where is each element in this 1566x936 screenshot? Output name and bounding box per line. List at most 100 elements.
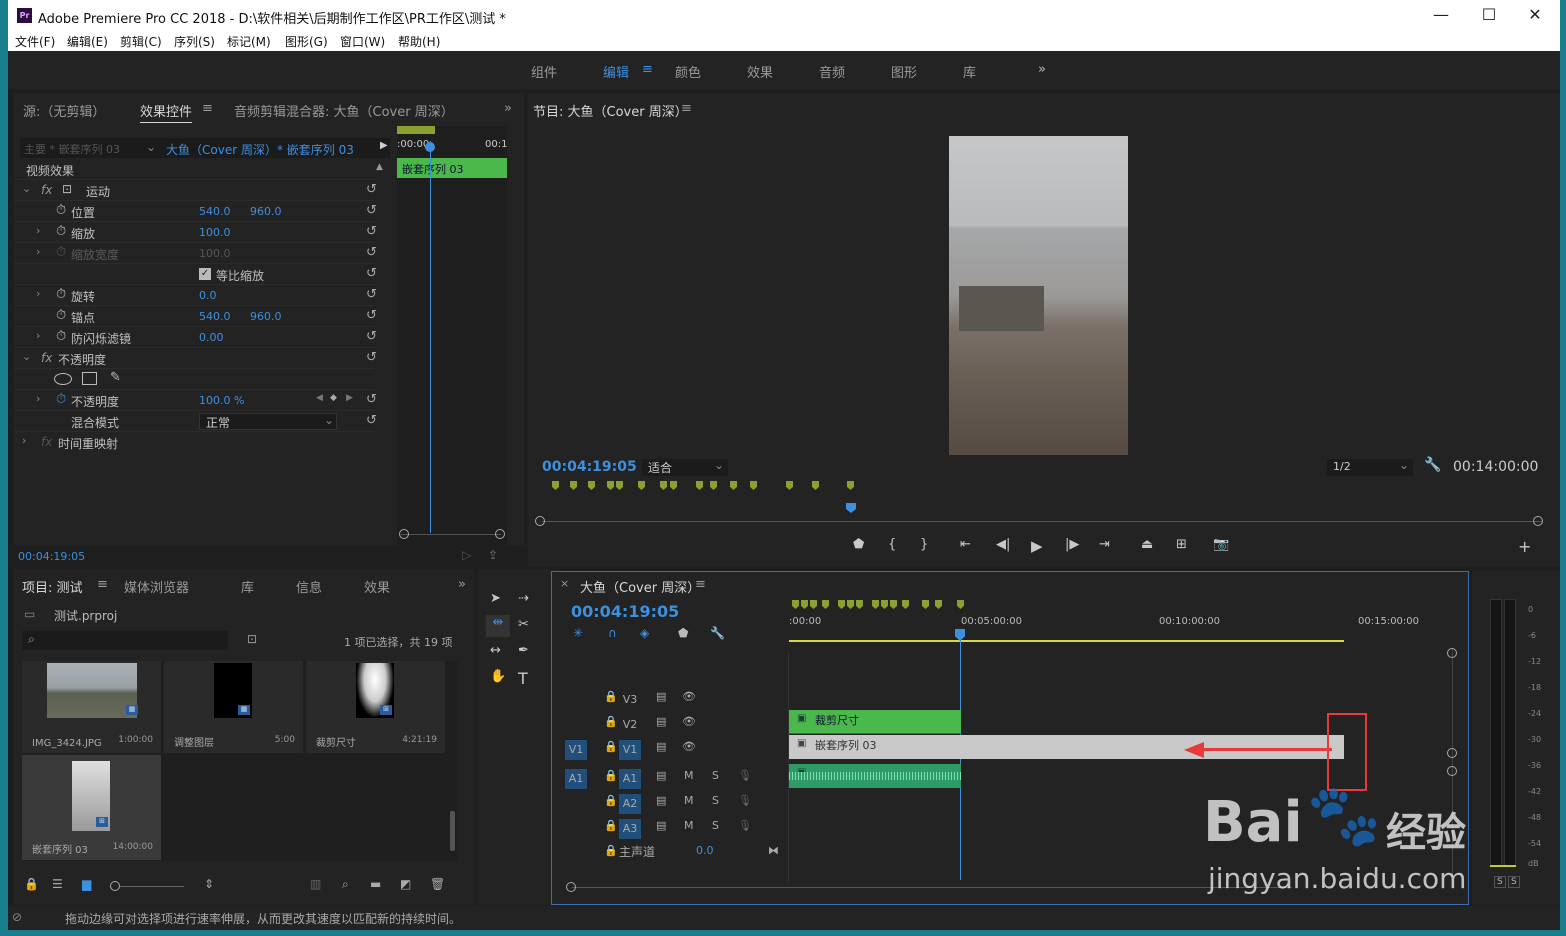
- lock-icon[interactable]: 🔒: [24, 877, 39, 891]
- mute-button[interactable]: M: [684, 819, 694, 832]
- mute-button[interactable]: M: [684, 794, 694, 807]
- close-button[interactable]: ✕: [1520, 4, 1550, 26]
- workspace-libraries[interactable]: 库: [963, 62, 976, 81]
- mini-clip[interactable]: 嵌套序列 03: [397, 158, 507, 178]
- nest-icon[interactable]: ✳: [573, 626, 583, 640]
- new-item-icon[interactable]: ◩: [400, 877, 411, 891]
- zoom-slider[interactable]: [120, 886, 184, 887]
- timeline-timecode[interactable]: 00:04:19:05: [571, 602, 679, 621]
- add-marker-icon[interactable]: ⬟: [853, 537, 864, 552]
- anchor-y-value[interactable]: 960.0: [250, 310, 282, 323]
- track-select-tool-icon[interactable]: ⇢: [518, 591, 529, 606]
- linked-selection-icon[interactable]: ◈: [640, 626, 649, 640]
- workspace-menu-icon[interactable]: ≡: [642, 62, 653, 77]
- position-x-value[interactable]: 540.0: [199, 205, 231, 218]
- marker[interactable]: [570, 481, 577, 490]
- reset-icon[interactable]: ↺: [366, 245, 377, 260]
- project-item-nested-sequence[interactable]: ⊞ 嵌套序列 03 14:00:00: [22, 755, 161, 860]
- workspace-color[interactable]: 颜色: [675, 62, 701, 81]
- reset-icon[interactable]: ↺: [366, 266, 377, 281]
- workspace-overflow-icon[interactable]: »: [1038, 62, 1046, 77]
- hscroll-left-handle[interactable]: [566, 882, 576, 892]
- add-marker-icon[interactable]: ⬟: [678, 626, 688, 640]
- project-item-adjustment-layer[interactable]: ▦ 调整图层 5:00: [164, 661, 303, 753]
- lift-icon[interactable]: ⏏: [1141, 537, 1153, 552]
- marker[interactable]: [812, 481, 819, 490]
- reset-icon[interactable]: ↺: [366, 392, 377, 407]
- lock-icon[interactable]: 🔒: [604, 690, 618, 703]
- sync-lock-icon[interactable]: ▤: [656, 715, 666, 728]
- go-to-in-icon[interactable]: ⇤: [960, 537, 971, 552]
- work-area-bar[interactable]: [789, 640, 1344, 642]
- prev-keyframe-icon[interactable]: ◀: [316, 393, 323, 403]
- microphone-icon[interactable]: 🎙: [738, 819, 752, 832]
- icon-view-icon[interactable]: ▆: [82, 877, 91, 891]
- clip-v2-crop-size[interactable]: ▣ 裁剪尺寸: [789, 710, 961, 734]
- workspace-audio[interactable]: 音频: [819, 62, 845, 81]
- chevron-right-icon[interactable]: ›: [36, 224, 40, 237]
- microphone-icon[interactable]: 🎙: [738, 794, 752, 807]
- chevron-down-icon[interactable]: ⌄: [22, 182, 31, 195]
- panel-overflow-icon[interactable]: »: [458, 577, 466, 592]
- trash-icon[interactable]: 🗑: [430, 877, 445, 891]
- wrench-icon[interactable]: 🔧: [1424, 457, 1441, 473]
- solo-button[interactable]: S: [712, 769, 719, 782]
- marker[interactable]: [730, 481, 737, 490]
- program-video-frame[interactable]: [949, 136, 1128, 455]
- reset-icon[interactable]: ↺: [366, 203, 377, 218]
- reset-icon[interactable]: ↺: [366, 182, 377, 197]
- rotation-value[interactable]: 0.0: [199, 289, 217, 302]
- lock-icon[interactable]: 🔒: [604, 715, 618, 728]
- marker[interactable]: [750, 481, 757, 490]
- chevron-right-icon[interactable]: ›: [36, 392, 40, 405]
- extract-icon[interactable]: ⊞: [1176, 537, 1187, 552]
- marker[interactable]: [856, 600, 863, 609]
- program-title[interactable]: 节目: 大鱼（Cover 周深）: [533, 101, 688, 120]
- chevron-right-icon[interactable]: ›: [22, 434, 26, 447]
- workspace-assembly[interactable]: 组件: [531, 62, 557, 81]
- stopwatch-icon[interactable]: ⏱: [56, 224, 66, 239]
- next-keyframe-icon[interactable]: ▶: [346, 393, 353, 403]
- fx-icon[interactable]: fx: [41, 351, 52, 365]
- snap-icon[interactable]: ∩: [608, 626, 617, 640]
- tab-project[interactable]: 项目: 测试: [22, 577, 83, 596]
- marker[interactable]: [588, 481, 595, 490]
- position-y-value[interactable]: 960.0: [250, 205, 282, 218]
- solo-button[interactable]: S: [712, 794, 719, 807]
- clip-selector[interactable]: 主要 * 嵌套序列 03 ⌄ 大鱼（Cover 周深）* 嵌套序列 03 ▶: [20, 138, 390, 158]
- track-target[interactable]: V3: [619, 690, 641, 710]
- hand-tool-icon[interactable]: ✋: [490, 669, 506, 684]
- pen-tool-icon[interactable]: ✒: [518, 643, 529, 658]
- project-search-input[interactable]: ⌕: [22, 631, 228, 650]
- reset-icon[interactable]: ↺: [366, 308, 377, 323]
- mark-out-icon[interactable]: }: [920, 537, 928, 552]
- resolution-select[interactable]: 1/2 ⌄: [1327, 458, 1413, 476]
- menu-window[interactable]: 窗口(W): [340, 33, 385, 50]
- lock-icon[interactable]: 🔒: [604, 794, 618, 807]
- workspace-graphics[interactable]: 图形: [891, 62, 917, 81]
- filter-play-icon[interactable]: ▷: [462, 548, 471, 562]
- add-keyframe-icon[interactable]: ◆: [330, 393, 337, 403]
- camera-icon[interactable]: 📷: [1213, 537, 1229, 552]
- marker[interactable]: [838, 600, 845, 609]
- zoom-slider-handle[interactable]: [110, 881, 120, 891]
- marker[interactable]: [638, 481, 645, 490]
- solo-button[interactable]: S: [712, 819, 719, 832]
- menu-clip[interactable]: 剪辑(C): [120, 33, 162, 50]
- razor-tool-icon[interactable]: ✂: [518, 617, 529, 632]
- mini-zoom-left-handle[interactable]: [399, 529, 409, 539]
- clip-v1-nested-sequence[interactable]: ▣ 嵌套序列 03: [789, 735, 1344, 759]
- step-back-icon[interactable]: ◀|: [996, 537, 1010, 552]
- marker[interactable]: [881, 600, 888, 609]
- sort-icon[interactable]: ⇕: [204, 877, 214, 891]
- opacity-value[interactable]: 100.0 %: [199, 394, 244, 407]
- go-to-end-icon[interactable]: ⧓: [768, 844, 779, 857]
- project-item-img3424[interactable]: ▦ IMG_3424.JPG 1:00:00: [22, 661, 161, 753]
- fit-select[interactable]: 适合 ⌄: [642, 458, 728, 476]
- track-target[interactable]: A2: [619, 794, 641, 814]
- project-menu-icon[interactable]: ≡: [97, 577, 108, 592]
- timeline-playhead[interactable]: [960, 640, 961, 880]
- program-zoom-left-handle[interactable]: [535, 516, 545, 526]
- menu-sequence[interactable]: 序列(S): [174, 33, 215, 50]
- marker[interactable]: [922, 600, 929, 609]
